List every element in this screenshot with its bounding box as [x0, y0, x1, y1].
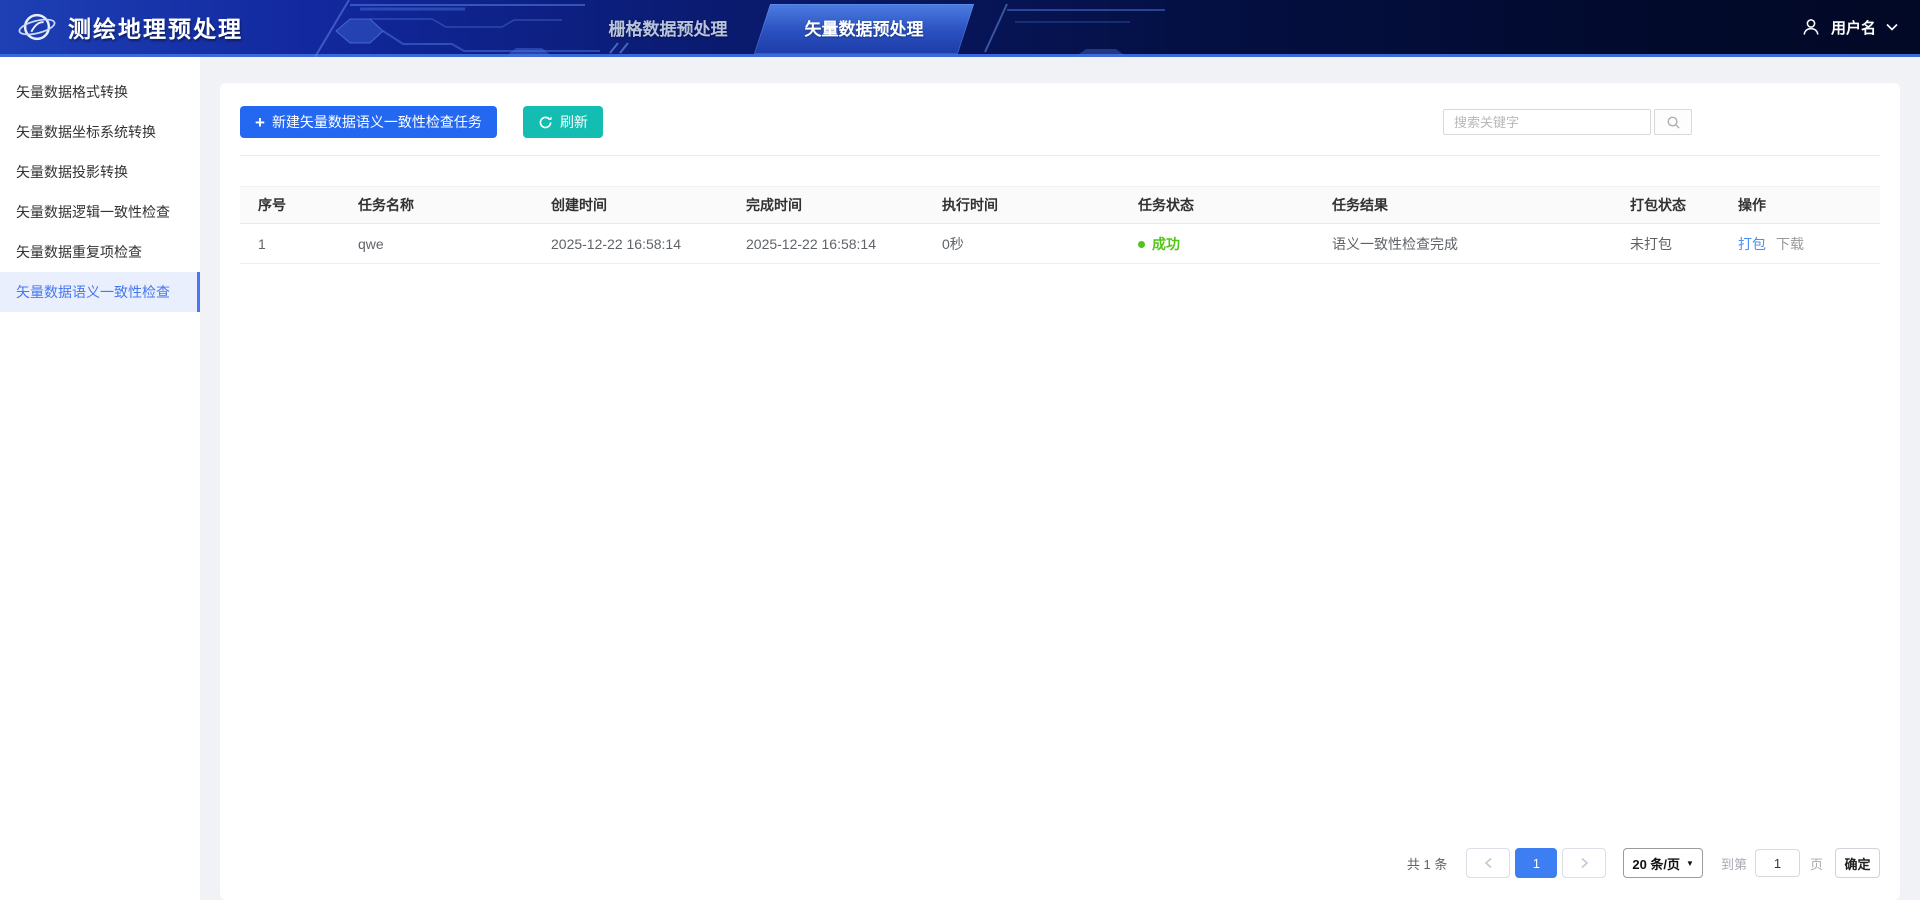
column-finished-time: 完成时间: [728, 187, 924, 224]
sidebar-item-projection-conversion[interactable]: 矢量数据投影转换: [0, 152, 200, 192]
goto-label: 到第: [1721, 854, 1747, 873]
table-row: 1 qwe 2025-12-22 16:58:14 2025-12-22 16:…: [240, 224, 1880, 264]
cell-status: 成功: [1120, 224, 1314, 264]
status-dot-icon: [1138, 241, 1145, 248]
tab-vector-preprocessing[interactable]: 矢量数据预处理: [766, 0, 962, 54]
search-input[interactable]: [1443, 109, 1651, 135]
app-title: 测绘地理预处理: [68, 10, 243, 44]
column-task-name: 任务名称: [340, 187, 533, 224]
person-icon: [1801, 17, 1821, 37]
table-header-row: 序号 任务名称 创建时间 完成时间 执行时间 任务状态 任务结果 打包状态 操作: [240, 187, 1880, 224]
content-card: + 新建矢量数据语义一致性检查任务 刷新: [220, 83, 1900, 900]
sidebar-item-coordinate-system-conversion[interactable]: 矢量数据坐标系统转换: [0, 112, 200, 152]
total-count: 共 1 条: [1407, 854, 1447, 873]
username: 用户名: [1831, 17, 1876, 38]
toolbar: + 新建矢量数据语义一致性检查任务 刷新: [240, 83, 1880, 156]
new-task-button[interactable]: + 新建矢量数据语义一致性检查任务: [240, 106, 497, 138]
column-created-time: 创建时间: [533, 187, 728, 224]
page-button-1[interactable]: 1: [1515, 848, 1557, 878]
chevron-left-icon: [1484, 857, 1493, 869]
column-result: 任务结果: [1314, 187, 1612, 224]
pack-link[interactable]: 打包: [1738, 236, 1766, 252]
main-area: + 新建矢量数据语义一致性检查任务 刷新: [200, 57, 1920, 900]
sidebar: 矢量数据格式转换 矢量数据坐标系统转换 矢量数据投影转换 矢量数据逻辑一致性检查…: [0, 57, 200, 900]
cell-created-time: 2025-12-22 16:58:14: [533, 224, 728, 264]
tasks-table: 序号 任务名称 创建时间 完成时间 执行时间 任务状态 任务结果 打包状态 操作: [240, 186, 1880, 264]
column-pack-status: 打包状态: [1612, 187, 1720, 224]
sidebar-item-logical-consistency-check[interactable]: 矢量数据逻辑一致性检查: [0, 192, 200, 232]
refresh-icon: [538, 115, 553, 130]
logo-orbit-globe-icon: [18, 8, 56, 46]
column-status: 任务状态: [1120, 187, 1314, 224]
cell-index: 1: [240, 224, 340, 264]
confirm-button[interactable]: 确定: [1835, 848, 1880, 878]
chevron-down-icon: [1886, 23, 1898, 31]
pagination: 共 1 条 1 20 条/页 ▼ 到第 页: [240, 848, 1880, 900]
caret-down-icon: ▼: [1686, 859, 1694, 868]
brand: 测绘地理预处理: [0, 8, 243, 46]
search-icon: [1666, 115, 1681, 130]
sidebar-item-duplicate-check[interactable]: 矢量数据重复项检查: [0, 232, 200, 272]
user-menu[interactable]: 用户名: [1801, 0, 1898, 54]
next-page-button[interactable]: [1562, 848, 1606, 878]
cell-actions: 打包下载: [1720, 224, 1880, 264]
cell-duration: 0秒: [924, 224, 1120, 264]
tab-raster-preprocessing[interactable]: 栅格数据预处理: [570, 0, 766, 54]
column-index: 序号: [240, 187, 340, 224]
tasks-table-wrap: 序号 任务名称 创建时间 完成时间 执行时间 任务状态 任务结果 打包状态 操作: [240, 186, 1880, 264]
cell-result: 语义一致性检查完成: [1314, 224, 1612, 264]
column-duration: 执行时间: [924, 187, 1120, 224]
chevron-right-icon: [1580, 857, 1589, 869]
search-group: [1443, 109, 1692, 135]
plus-icon: +: [255, 114, 265, 131]
page-size-select[interactable]: 20 条/页 ▼: [1623, 848, 1703, 878]
sidebar-item-semantic-consistency-check[interactable]: 矢量数据语义一致性检查: [0, 272, 200, 312]
goto-page-input[interactable]: [1755, 849, 1800, 877]
cell-finished-time: 2025-12-22 16:58:14: [728, 224, 924, 264]
column-actions: 操作: [1720, 187, 1880, 224]
cell-task-name: qwe: [340, 224, 533, 264]
prev-page-button[interactable]: [1466, 848, 1510, 878]
refresh-button[interactable]: 刷新: [523, 106, 603, 138]
goto-suffix-label: 页: [1810, 854, 1823, 873]
app-header: 测绘地理预处理 栅格数据预处理 矢量数据预处理 用户名: [0, 0, 1920, 57]
empty-space: [240, 264, 1880, 848]
sidebar-item-format-conversion[interactable]: 矢量数据格式转换: [0, 72, 200, 112]
download-link[interactable]: 下载: [1776, 236, 1804, 252]
search-button[interactable]: [1654, 109, 1692, 135]
cell-pack-status: 未打包: [1612, 224, 1720, 264]
top-tabs: 栅格数据预处理 矢量数据预处理: [570, 0, 962, 54]
